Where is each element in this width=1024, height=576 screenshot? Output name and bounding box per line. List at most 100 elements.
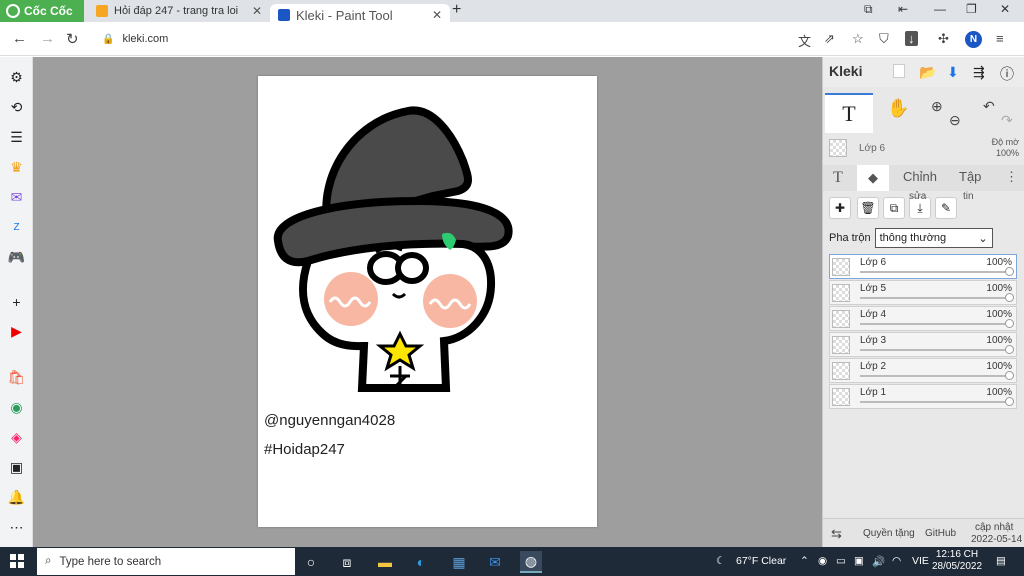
extensions-icon[interactable]: ✣ bbox=[938, 31, 949, 47]
taskbar-search-input[interactable]: ⌕ Type here to search bbox=[37, 548, 295, 575]
zalo-icon[interactable]: Z bbox=[8, 219, 25, 236]
rename-layer-icon[interactable]: ✎ bbox=[935, 197, 957, 219]
tab-layers[interactable]: ◆ bbox=[857, 165, 889, 191]
file-explorer-icon[interactable]: ▬ bbox=[374, 551, 396, 573]
edge-icon[interactable]: ◐ bbox=[410, 551, 432, 573]
profile-avatar[interactable]: N bbox=[965, 31, 982, 48]
swap-icon[interactable]: ⇆ bbox=[831, 526, 842, 542]
mail-icon[interactable]: ✉ bbox=[484, 551, 506, 573]
layer-row[interactable]: Lớp 1 100% bbox=[829, 384, 1017, 409]
notification-bell-icon[interactable]: 🔔 bbox=[8, 489, 25, 506]
store-icon[interactable]: ▦ bbox=[448, 551, 470, 573]
add-layer-button[interactable]: ✚ bbox=[829, 197, 851, 219]
open-folder-icon[interactable]: 📂 bbox=[919, 64, 936, 81]
more-vertical-icon[interactable]: ⋮ bbox=[1005, 169, 1018, 185]
layer-opacity-slider[interactable] bbox=[860, 319, 1014, 328]
zoom-out-icon[interactable]: ⊖ bbox=[949, 112, 961, 129]
tab-edit[interactable]: Chỉnh bbox=[903, 169, 937, 184]
help-icon[interactable]: ⓘ bbox=[1000, 64, 1014, 84]
layer-opacity-slider[interactable] bbox=[860, 397, 1014, 406]
share-icon[interactable]: ⇗ bbox=[824, 31, 835, 47]
new-image-icon[interactable] bbox=[893, 64, 905, 78]
game-controller-icon[interactable]: 🎮 bbox=[8, 249, 25, 266]
crown-icon[interactable]: ♛ bbox=[8, 159, 25, 176]
tab-tool-settings[interactable]: T bbox=[833, 169, 843, 187]
github-link[interactable]: GitHub bbox=[925, 528, 956, 539]
coccoc-taskbar-icon[interactable]: ◍ bbox=[520, 551, 542, 573]
layer-opacity-slider[interactable] bbox=[860, 293, 1014, 302]
undo-icon[interactable]: ↶ bbox=[983, 98, 995, 115]
browser-brand[interactable]: Cốc Cốc bbox=[0, 0, 84, 22]
weather-text[interactable]: 67°F Clear bbox=[736, 555, 786, 567]
translate-icon[interactable]: 文 bbox=[798, 31, 811, 50]
slider-knob[interactable] bbox=[1005, 371, 1014, 380]
reload-icon[interactable]: ↻ bbox=[66, 30, 79, 48]
messenger-icon[interactable]: ✉ bbox=[8, 189, 25, 206]
shield-icon[interactable]: ⛉ bbox=[879, 31, 889, 47]
lazada-icon[interactable]: ◈ bbox=[8, 429, 25, 446]
cortana-icon[interactable]: ○ bbox=[300, 551, 322, 573]
task-view-icon[interactable]: ⧈ bbox=[336, 551, 358, 573]
layer-row[interactable]: Lớp 6 100% bbox=[829, 254, 1017, 279]
tray-chevron-icon[interactable]: ⌃ bbox=[800, 555, 809, 567]
menu-icon[interactable]: ≡ bbox=[996, 31, 1004, 46]
game-avatar-icon[interactable]: ▣ bbox=[8, 459, 25, 476]
blend-mode-select[interactable]: thông thường ⌄ bbox=[874, 228, 993, 248]
close-window-icon[interactable]: ✕ bbox=[1000, 2, 1010, 16]
screenshot-icon[interactable]: ⧉ bbox=[864, 2, 873, 17]
wifi-icon[interactable]: ◠ bbox=[892, 555, 901, 567]
share-icon[interactable]: ⇶ bbox=[973, 64, 985, 81]
hand-tool-icon[interactable]: ✋ bbox=[887, 98, 909, 119]
shopping-icon[interactable]: 🛍 bbox=[8, 369, 26, 386]
layer-row[interactable]: Lớp 3 100% bbox=[829, 332, 1017, 357]
notes-icon[interactable]: ☰ bbox=[8, 129, 25, 146]
slider-knob[interactable] bbox=[1005, 397, 1014, 406]
layer-opacity-slider[interactable] bbox=[860, 267, 1014, 276]
history-back-icon[interactable]: ⇤ bbox=[898, 2, 908, 16]
maps-icon[interactable]: ◉ bbox=[8, 399, 25, 416]
forward-icon[interactable]: → bbox=[40, 30, 55, 47]
notifications-icon[interactable]: ▤ bbox=[996, 555, 1006, 567]
windows-start-icon[interactable] bbox=[10, 554, 24, 568]
history-icon[interactable]: ⟲ bbox=[8, 99, 25, 116]
slider-knob[interactable] bbox=[1005, 319, 1014, 328]
youtube-icon[interactable]: ▶ bbox=[8, 323, 25, 340]
zoom-in-icon[interactable]: ⊕ bbox=[931, 98, 943, 115]
new-tab-icon[interactable]: + bbox=[452, 1, 461, 19]
tab-file[interactable]: Tập bbox=[959, 169, 981, 184]
more-icon[interactable]: ⋯ bbox=[8, 519, 25, 536]
delete-layer-icon[interactable]: 🗑 bbox=[857, 197, 879, 219]
duplicate-layer-icon[interactable]: ⧉ bbox=[883, 197, 905, 219]
system-clock[interactable]: 12:16 CH 28/05/2022 bbox=[932, 549, 982, 573]
display-icon[interactable]: ▣ bbox=[854, 555, 864, 567]
restore-icon[interactable]: ❐ bbox=[966, 2, 977, 16]
text-tool-button[interactable]: T bbox=[825, 93, 873, 133]
redo-icon[interactable]: ↷ bbox=[1001, 112, 1013, 129]
layer-row[interactable]: Lớp 2 100% bbox=[829, 358, 1017, 383]
slider-knob[interactable] bbox=[1005, 345, 1014, 354]
layer-row[interactable]: Lớp 4 100% bbox=[829, 306, 1017, 331]
slider-knob[interactable] bbox=[1005, 293, 1014, 302]
layer-row[interactable]: Lớp 5 100% bbox=[829, 280, 1017, 305]
save-download-icon[interactable]: ⬇ bbox=[947, 64, 959, 81]
slider-knob[interactable] bbox=[1005, 267, 1014, 276]
back-icon[interactable]: ← bbox=[12, 30, 27, 47]
battery-icon[interactable]: ▭ bbox=[836, 555, 846, 567]
close-icon[interactable]: ✕ bbox=[432, 8, 442, 22]
tray-record-icon[interactable]: ◉ bbox=[818, 555, 827, 567]
layer-opacity-slider[interactable] bbox=[860, 371, 1014, 380]
minimize-icon[interactable]: — bbox=[934, 2, 946, 16]
privacy-link[interactable]: Quyền tặng bbox=[863, 528, 915, 539]
language-indicator[interactable]: VIE bbox=[912, 555, 929, 567]
add-icon[interactable]: + bbox=[8, 293, 25, 310]
address-bar[interactable]: 🔒 kleki.com bbox=[94, 27, 784, 51]
download-icon[interactable]: ↓ bbox=[905, 31, 918, 46]
layer-opacity-slider[interactable] bbox=[860, 345, 1014, 354]
kleki-canvas-area[interactable]: @nguyenngan4028 #Hoidap247 bbox=[33, 57, 822, 547]
bookmark-star-icon[interactable]: ☆ bbox=[852, 31, 864, 47]
settings-gear-icon[interactable]: ⚙ bbox=[8, 69, 25, 86]
close-icon[interactable]: ✕ bbox=[252, 4, 262, 18]
volume-icon[interactable]: 🔊 bbox=[872, 555, 885, 568]
drawing-canvas[interactable]: @nguyenngan4028 #Hoidap247 bbox=[258, 76, 597, 527]
tab-hoidap[interactable]: Hỏi đáp 247 - trang tra loi ✕ bbox=[88, 0, 270, 22]
